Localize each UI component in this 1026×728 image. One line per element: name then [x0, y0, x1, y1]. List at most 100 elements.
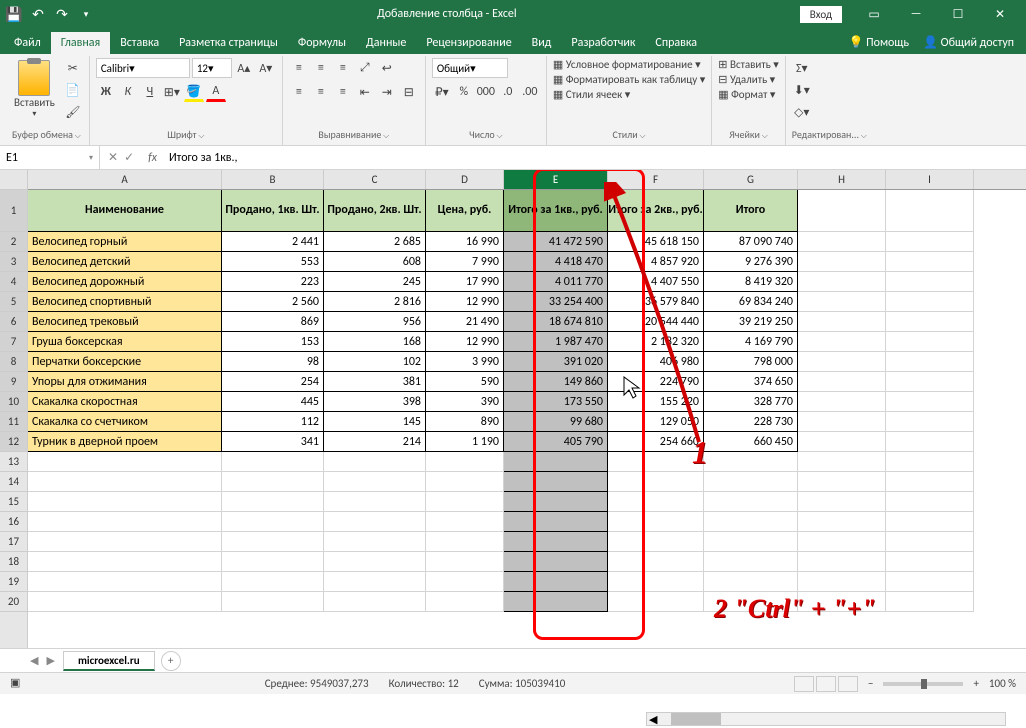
cell[interactable]	[798, 392, 886, 412]
cell[interactable]: Груша боксерская	[28, 332, 222, 352]
cell[interactable]: Велосипед спортивный	[28, 292, 222, 312]
cell[interactable]: 39 219 250	[704, 312, 798, 332]
cell[interactable]: 20 544 440	[608, 312, 704, 332]
cell[interactable]: 406 980	[608, 352, 704, 372]
cell[interactable]	[324, 492, 426, 512]
cell[interactable]: 869	[222, 312, 324, 332]
cell[interactable]: 798 000	[704, 352, 798, 372]
cell[interactable]	[324, 552, 426, 572]
row-header[interactable]: 20	[0, 592, 27, 612]
align-middle-icon[interactable]: ≡	[311, 58, 331, 78]
cell[interactable]	[886, 392, 974, 412]
cell[interactable]	[426, 472, 504, 492]
record-macro-icon[interactable]: ▣	[10, 676, 26, 692]
cell[interactable]	[222, 472, 324, 492]
cell[interactable]	[886, 432, 974, 452]
cell[interactable]: 224 790	[608, 372, 704, 392]
page-layout-view-icon[interactable]	[816, 676, 836, 692]
sheet-nav-prev-icon[interactable]: ◀	[30, 654, 38, 667]
minimize-button[interactable]: —	[896, 2, 936, 26]
cell[interactable]	[504, 492, 608, 512]
delete-cells-button[interactable]: ⊟ Удалить ▾	[718, 73, 775, 86]
cell[interactable]: Перчатки боксерские	[28, 352, 222, 372]
undo-icon[interactable]: ↶	[30, 6, 46, 22]
tab-view[interactable]: Вид	[522, 32, 562, 54]
cell[interactable]: 245	[324, 272, 426, 292]
cell[interactable]	[704, 472, 798, 492]
align-top-icon[interactable]: ≡	[289, 58, 309, 78]
cell[interactable]	[608, 452, 704, 472]
cell[interactable]: 2 816	[324, 292, 426, 312]
cell[interactable]: 3 990	[426, 352, 504, 372]
zoom-in-button[interactable]: +	[973, 677, 978, 690]
cell[interactable]	[222, 592, 324, 612]
format-painter-icon[interactable]: 🖌	[63, 102, 83, 122]
cell[interactable]	[504, 512, 608, 532]
row-header[interactable]: 8	[0, 352, 27, 372]
clear-icon[interactable]: ◇▾	[792, 102, 812, 122]
cell[interactable]	[798, 332, 886, 352]
cell[interactable]: 398	[324, 392, 426, 412]
tab-data[interactable]: Данные	[356, 32, 416, 54]
cell[interactable]	[886, 452, 974, 472]
cell[interactable]	[704, 552, 798, 572]
cell[interactable]: Велосипед детский	[28, 252, 222, 272]
borders-icon[interactable]: ⊞▾	[162, 82, 182, 102]
cell[interactable]: Упоры для отжимания	[28, 372, 222, 392]
cell[interactable]	[798, 452, 886, 472]
cell[interactable]: 155 220	[608, 392, 704, 412]
cell[interactable]	[426, 572, 504, 592]
cell[interactable]: 98	[222, 352, 324, 372]
cell[interactable]	[798, 412, 886, 432]
cell[interactable]: 590	[426, 372, 504, 392]
cell[interactable]: 69 834 240	[704, 292, 798, 312]
cell[interactable]	[704, 572, 798, 592]
row-header[interactable]: 18	[0, 552, 27, 572]
cell[interactable]: 4 407 550	[608, 272, 704, 292]
cell[interactable]	[798, 190, 886, 232]
cell[interactable]: 8 419 320	[704, 272, 798, 292]
comma-icon[interactable]: 000	[476, 82, 496, 102]
cell[interactable]	[222, 552, 324, 572]
wrap-text-icon[interactable]: ↩	[377, 58, 397, 78]
cell[interactable]: 7 990	[426, 252, 504, 272]
close-button[interactable]: ✕	[980, 2, 1020, 26]
cell[interactable]: 112	[222, 412, 324, 432]
select-all-corner[interactable]	[0, 170, 27, 190]
zoom-level[interactable]: 100 %	[989, 677, 1016, 690]
cell[interactable]: Скакалка со счетчиком	[28, 412, 222, 432]
cell[interactable]: 145	[324, 412, 426, 432]
cell[interactable]: 1 190	[426, 432, 504, 452]
cell[interactable]: 228 730	[704, 412, 798, 432]
tab-layout[interactable]: Разметка страницы	[169, 32, 288, 54]
cell[interactable]	[798, 532, 886, 552]
cell[interactable]	[28, 512, 222, 532]
cell[interactable]	[28, 552, 222, 572]
cell[interactable]: Велосипед горный	[28, 232, 222, 252]
cell[interactable]: 4 857 920	[608, 252, 704, 272]
cell[interactable]	[798, 572, 886, 592]
cell[interactable]: 391 020	[504, 352, 608, 372]
cell[interactable]: Скакалка скоростная	[28, 392, 222, 412]
cell[interactable]: 390	[426, 392, 504, 412]
cell[interactable]: 445	[222, 392, 324, 412]
column-header-D[interactable]: D	[426, 170, 504, 189]
cell[interactable]: 341	[222, 432, 324, 452]
row-header[interactable]: 2	[0, 232, 27, 252]
align-bottom-icon[interactable]: ≡	[333, 58, 353, 78]
cell[interactable]	[886, 492, 974, 512]
align-center-icon[interactable]: ≡	[311, 82, 331, 102]
cell[interactable]: 381	[324, 372, 426, 392]
row-header[interactable]: 17	[0, 532, 27, 552]
cell[interactable]	[886, 190, 974, 232]
cell[interactable]	[426, 592, 504, 612]
row-header[interactable]: 3	[0, 252, 27, 272]
cancel-formula-icon[interactable]: ✕	[108, 150, 118, 165]
horizontal-scrollbar[interactable]: ◀	[646, 712, 1006, 726]
cell[interactable]	[504, 592, 608, 612]
column-header-E[interactable]: E	[504, 170, 608, 189]
cell[interactable]	[222, 452, 324, 472]
number-format-select[interactable]: Общий ▾	[432, 58, 508, 78]
conditional-formatting-button[interactable]: ▦ Условное форматирование ▾	[553, 58, 701, 71]
normal-view-icon[interactable]	[794, 676, 814, 692]
